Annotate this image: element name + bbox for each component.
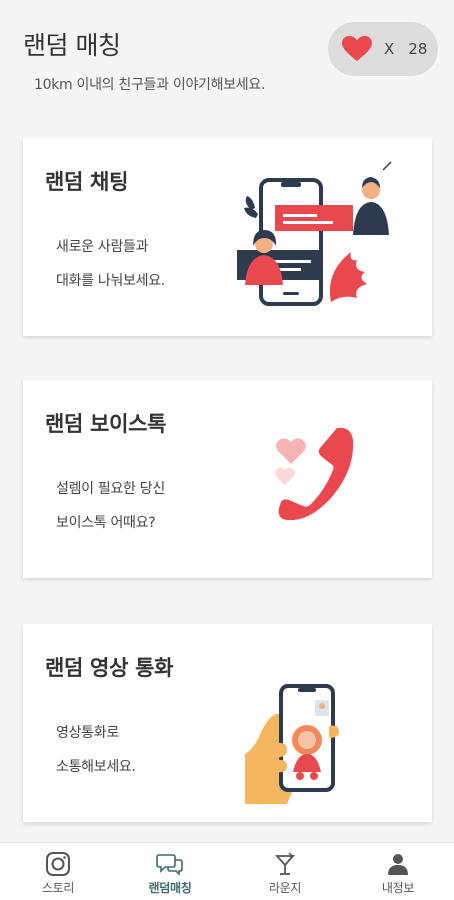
chat-bubbles-icon [156,854,183,876]
card-description-line1: 새로운 사람들과 [56,239,149,255]
nav-item-random-matching[interactable]: 랜덤매칭 [120,843,220,900]
card-title: 랜덤 영상 통화 [45,656,174,680]
nav-label: 랜덤매칭 [148,881,192,895]
chat-illustration [237,161,392,306]
random-chat-card[interactable]: 랜덤 채팅 새로운 사람들과 대화를 나눠보세요. [23,138,432,336]
page-title: 랜덤 매칭 [23,31,121,60]
card-description-line2: 보이스톡 어때요? [56,515,156,531]
nav-item-lounge[interactable]: 라운지 [235,843,335,900]
video-call-illustration [245,684,339,804]
nav-label: 내정보 [381,881,415,895]
phone-illustration [275,427,354,520]
card-title: 랜덤 보이스톡 [45,412,167,436]
card-title: 랜덤 채팅 [45,170,129,194]
nav-label: 라운지 [268,881,302,895]
card-description-line2: 소통해보세요. [56,759,136,775]
nav-label: 스토리 [41,881,75,895]
heart-count-badge[interactable]: X 28 [328,22,438,76]
person-icon [388,854,408,875]
cocktail-icon [274,852,296,875]
story-icon [46,852,70,876]
card-description-line2: 대화를 나눠보세요. [56,273,165,289]
heart-multiplier: X [384,40,395,58]
bottom-nav: 스토리 랜덤매칭 라운지 내정보 [0,842,454,900]
page-subtitle: 10km 이내의 친구들과 이야기해보세요. [34,77,266,93]
nav-item-story[interactable]: 스토리 [8,843,108,900]
card-description-line1: 영상통화로 [56,725,119,741]
heart-count: 28 [408,40,428,58]
random-voice-card[interactable]: 랜덤 보이스톡 설렘이 필요한 당신 보이스톡 어때요? [23,380,432,578]
random-video-card[interactable]: 랜덤 영상 통화 영상통화로 소통해보세요. [23,624,432,822]
card-description-line1: 설렘이 필요한 당신 [56,481,165,497]
heart-icon [342,36,372,61]
header: 랜덤 매칭 10km 이내의 친구들과 이야기해보세요. X 28 [0,0,454,110]
nav-item-my-info[interactable]: 내정보 [348,843,448,900]
